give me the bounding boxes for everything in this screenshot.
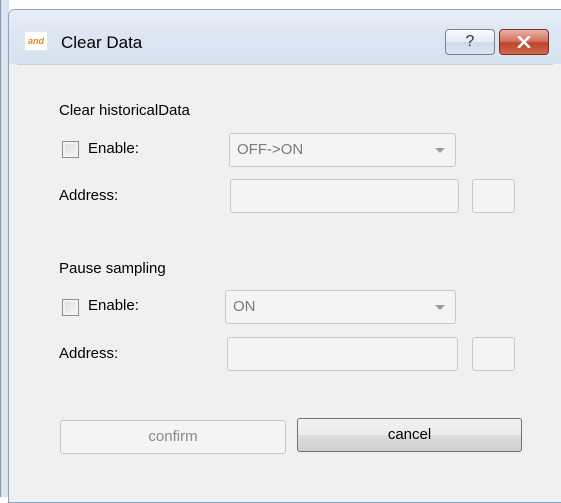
clear-historical-enable-label: Enable: bbox=[88, 140, 139, 157]
help-icon: ? bbox=[465, 33, 475, 50]
clear-historical-address-button[interactable] bbox=[472, 179, 515, 213]
pause-sampling-enable-checkbox[interactable] bbox=[62, 299, 79, 316]
chevron-down-icon bbox=[435, 148, 445, 153]
pause-sampling-address-button[interactable] bbox=[472, 337, 515, 371]
clear-historical-enable-checkbox[interactable] bbox=[62, 141, 79, 158]
clear-historical-trigger-select[interactable]: OFF->ON bbox=[229, 133, 456, 167]
clear-historical-heading: Clear historicalData bbox=[59, 102, 190, 119]
clear-historical-trigger-value: OFF->ON bbox=[237, 141, 304, 158]
pause-sampling-address-label: Address: bbox=[59, 345, 119, 362]
cancel-button[interactable]: cancel bbox=[297, 418, 522, 452]
close-icon bbox=[517, 36, 531, 48]
chevron-down-icon bbox=[435, 305, 445, 310]
pause-sampling-heading: Pause sampling bbox=[59, 260, 166, 277]
app-logo-icon: and bbox=[24, 31, 48, 51]
help-button[interactable]: ? bbox=[445, 29, 495, 55]
clear-historical-address-input[interactable] bbox=[230, 179, 459, 213]
close-button[interactable] bbox=[499, 29, 549, 55]
window-title: Clear Data bbox=[61, 33, 143, 52]
pause-sampling-address-input[interactable] bbox=[227, 337, 458, 371]
pause-sampling-trigger-value: ON bbox=[233, 298, 256, 315]
pause-sampling-enable-label: Enable: bbox=[88, 297, 139, 314]
clear-historical-address-label: Address: bbox=[59, 187, 119, 204]
confirm-button[interactable]: confirm bbox=[60, 420, 286, 454]
pause-sampling-trigger-select[interactable]: ON bbox=[225, 290, 456, 324]
